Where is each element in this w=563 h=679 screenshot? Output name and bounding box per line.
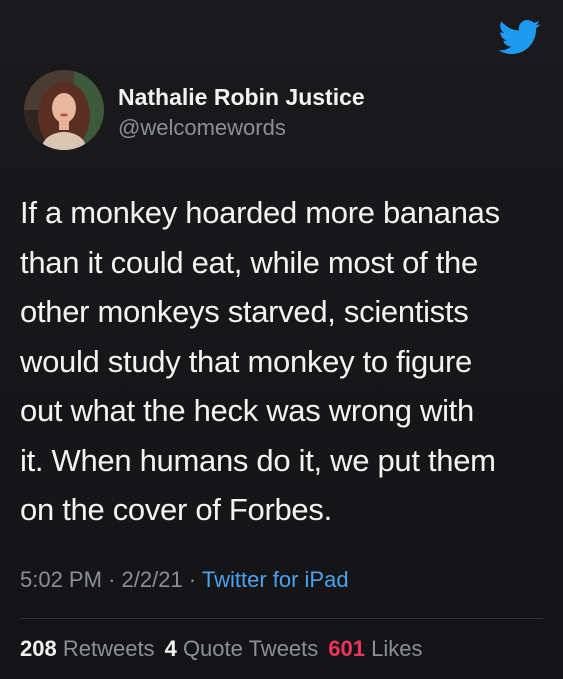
tweet-text-line: out what the heck was wrong with (20, 393, 474, 428)
twitter-bird-icon[interactable] (496, 16, 544, 58)
likes-count: 601 (328, 636, 365, 661)
tweet-text-line: on the cover of Forbes. (20, 492, 332, 527)
quote-tweets-count: 4 (164, 636, 177, 661)
divider (20, 618, 543, 619)
retweets-stat[interactable]: 208 Retweets (20, 636, 155, 661)
tweet-text-line: other monkeys starved, scientists (20, 294, 469, 329)
tweet-source-link[interactable]: Twitter for iPad (202, 567, 349, 592)
meta-separator: · (188, 567, 197, 592)
meta-separator: · (108, 567, 116, 592)
retweets-label: Retweets (62, 636, 155, 661)
tweet-text-line: than it could eat, while most of the (20, 244, 478, 280)
tweet-text-line: would study that monkey to figure (20, 343, 472, 379)
tweet-time[interactable]: 5:02 PM (20, 567, 102, 592)
tweet-text-line: it. When humans do it, we put them (20, 442, 496, 478)
tweet-text: If a monkey hoarded more bananas than it… (20, 188, 550, 535)
quote-tweets-label: Quote Tweets (182, 636, 319, 661)
avatar[interactable] (24, 70, 104, 150)
likes-stat[interactable]: 601 Likes (328, 636, 422, 661)
tweet-text-line: If a monkey hoarded more bananas (20, 195, 500, 230)
author-handle[interactable]: @welcomewords (118, 115, 286, 141)
tweet-meta: 5:02 PM · 2/2/21 · Twitter for iPad (20, 567, 349, 593)
author-display-name[interactable]: Nathalie Robin Justice (118, 84, 365, 111)
tweet-card: Nathalie Robin Justice @welcomewords If … (0, 0, 563, 679)
avatar-image (24, 70, 104, 150)
likes-label: Likes (371, 636, 423, 661)
tweet-date[interactable]: 2/2/21 (122, 567, 183, 592)
quote-tweets-stat[interactable]: 4 Quote Tweets (165, 636, 319, 661)
tweet-stats: 208 Retweets 4 Quote Tweets 601 Likes (20, 636, 422, 662)
retweets-count: 208 (20, 636, 57, 661)
